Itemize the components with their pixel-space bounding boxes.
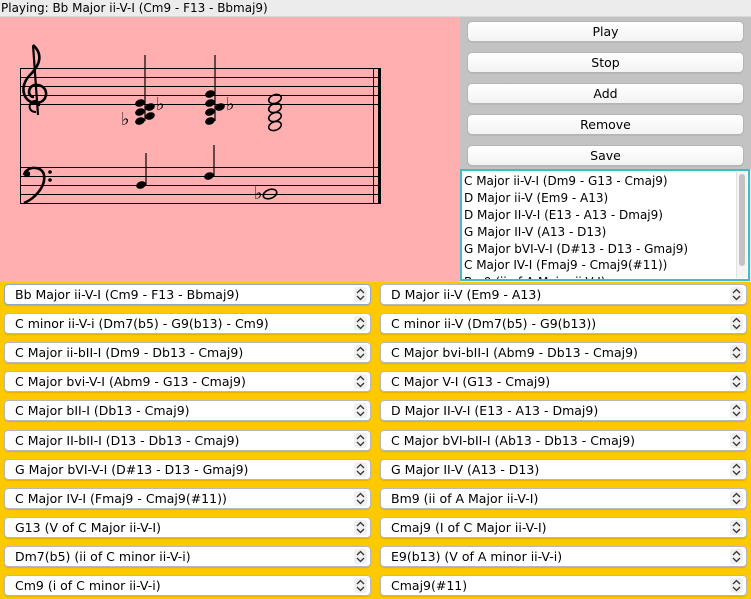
chord-select-label: C Major V-I (G13 - Cmaj9) [391,374,551,390]
updown-arrows-icon[interactable] [354,461,367,477]
chord-select[interactable]: D Major ii-V (Em9 - A13) [380,284,747,305]
chord-3-treble [267,93,283,132]
chord-select[interactable]: E9(b13) (V of A minor ii-V-i) [380,545,747,567]
dropdown-panel: Bb Major ii-V-I (Cm9 - F13 - Bbmaj9) D Ma… [0,282,751,599]
chord-select-label: C Major bII-I (Db13 - Cmaj9) [15,403,190,419]
chord-select[interactable]: Bm9 (ii of A Major ii-V-I) [380,487,747,509]
updown-arrows-icon[interactable] [354,287,367,302]
grand-staff: ♭ ♭ ♭ ♭ [20,44,381,205]
preset-list[interactable]: C Major ii-V-I (Dm9 - G13 - Cmaj9) D Majo… [460,169,750,281]
chord-select[interactable]: G13 (V of C Major ii-V-I) [4,516,371,538]
chord-select[interactable]: C Major V-I (G13 - Cmaj9) [380,371,747,393]
chord-select-label: C Major II-bII-I (D13 - Db13 - Cmaj9) [15,432,240,448]
list-item[interactable]: Bm9 (ii of A Major ii-V-I) [464,274,734,279]
chord-1-treble: ♭ ♭ [121,55,165,130]
flat-icon: ♭ [121,109,130,130]
chord-select[interactable]: D Major II-V-I (E13 - A13 - Dmaj9) [380,400,747,422]
updown-arrows-icon[interactable] [730,548,743,564]
window-title: Playing: Bb Major ii-V-I (Cm9 - F13 - Bb… [1,1,268,15]
list-item[interactable]: D Major II-V-I (E13 - A13 - Dmaj9) [464,207,734,224]
chord-select[interactable]: G Major bVI-V-I (D#13 - D13 - Gmaj9) [4,458,371,480]
chord-select-label: C minor ii-V-i (Dm7(b5) - G9(b13) - Cm9) [15,316,269,332]
chord-select[interactable]: Bb Major ii-V-I (Cm9 - F13 - Bbmaj9) [4,284,371,305]
chord-select-label: C Major bvi-V-I (Abm9 - G13 - Cmaj9) [15,374,246,390]
chord-select[interactable]: C Major ii-bII-I (Dm9 - Db13 - Cmaj9) [4,342,371,364]
chord-select-label: Bb Major ii-V-I (Cm9 - F13 - Bbmaj9) [15,287,240,302]
updown-arrows-icon[interactable] [354,490,367,506]
flat-icon: ♭ [254,183,263,204]
chord-select-label: C Major ii-bII-I (Dm9 - Db13 - Cmaj9) [15,345,244,361]
chord-select-label: E9(b13) (V of A minor ii-V-i) [391,548,563,564]
updown-arrows-icon[interactable] [354,548,367,564]
chord-select[interactable]: C minor ii-V-i (Dm7(b5) - G9(b13) - Cm9) [4,313,371,335]
control-button-panel: Play Stop Add Remove Save [460,17,751,169]
chord-select[interactable]: Cmaj9(#11) [380,575,747,596]
updown-arrows-icon[interactable] [730,461,743,477]
stop-button[interactable]: Stop [467,52,744,73]
staff-panel: ♭ ♭ ♭ ♭ [0,17,460,282]
flat-icon: ♭ [226,94,235,115]
list-item[interactable]: D Major ii-V (Em9 - A13) [464,190,734,207]
list-scrollbar[interactable] [736,172,747,278]
preset-list-items: C Major ii-V-I (Dm9 - G13 - Cmaj9) D Majo… [464,173,734,279]
updown-arrows-icon[interactable] [730,519,743,535]
updown-arrows-icon[interactable] [354,403,367,419]
chord-select-label: C Major bvi-bII-I (Abm9 - Db13 - Cmaj9) [391,345,638,361]
chord-select-label: Cmaj9 (I of C Major ii-V-I) [391,519,547,535]
chord-select-label: Cmaj9(#11) [391,578,468,593]
chord-select-label: C minor ii-V (Dm7(b5) - G9(b13)) [391,316,597,332]
chord-select-label: Cm9 (i of C minor ii-V-i) [15,578,161,593]
updown-arrows-icon[interactable] [354,432,367,448]
title-bar: Playing: Bb Major ii-V-I (Cm9 - F13 - Bb… [0,0,751,17]
list-item[interactable]: G Major II-V (A13 - D13) [464,224,734,241]
updown-arrows-icon[interactable] [730,287,743,302]
play-button[interactable]: Play [467,21,744,42]
chord-select[interactable]: Dm7(b5) (ii of C minor ii-V-i) [4,545,371,567]
chord-select[interactable]: G Major II-V (A13 - D13) [380,458,747,480]
chord-2-bass [204,145,215,180]
updown-arrows-icon[interactable] [730,345,743,361]
updown-arrows-icon[interactable] [730,316,743,332]
updown-arrows-icon[interactable] [354,519,367,535]
updown-arrows-icon[interactable] [354,345,367,361]
chord-select-label: C Major IV-I (Fmaj9 - Cmaj9(#11)) [15,490,227,506]
chord-3-bass: ♭ [254,183,278,204]
updown-arrows-icon[interactable] [730,490,743,506]
chord-select-label: D Major ii-V (Em9 - A13) [391,287,542,302]
list-scroll-thumb[interactable] [739,174,745,266]
save-button[interactable]: Save [467,145,744,166]
chord-select[interactable]: C minor ii-V (Dm7(b5) - G9(b13)) [380,313,747,335]
list-item[interactable]: C Major ii-V-I (Dm9 - G13 - Cmaj9) [464,173,734,190]
chord-select-label: G Major bVI-V-I (D#13 - D13 - Gmaj9) [15,461,249,477]
chord-select[interactable]: C Major II-bII-I (D13 - Db13 - Cmaj9) [4,429,371,451]
updown-arrows-icon[interactable] [354,316,367,332]
updown-arrows-icon[interactable] [730,578,743,593]
updown-arrows-icon[interactable] [354,578,367,593]
chord-select[interactable]: C Major bVI-bII-I (Ab13 - Db13 - Cmaj9) [380,429,747,451]
chord-select-label: D Major II-V-I (E13 - A13 - Dmaj9) [391,403,599,419]
chord-select-label: G Major II-V (A13 - D13) [391,461,540,477]
chord-select[interactable]: C Major bvi-bII-I (Abm9 - Db13 - Cmaj9) [380,342,747,364]
updown-arrows-icon[interactable] [354,374,367,390]
chord-select[interactable]: C Major bII-I (Db13 - Cmaj9) [4,400,371,422]
updown-arrows-icon[interactable] [730,432,743,448]
chord-select[interactable]: Cm9 (i of C minor ii-V-i) [4,575,371,596]
list-item[interactable]: C Major IV-I (Fmaj9 - Cmaj9(#11)) [464,257,734,274]
chord-select[interactable]: C Major bvi-V-I (Abm9 - G13 - Cmaj9) [4,371,371,393]
chord-select-label: Bm9 (ii of A Major ii-V-I) [391,490,539,506]
list-item[interactable]: G Major bVI-V-I (D#13 - D13 - Gmaj9) [464,241,734,258]
flat-icon: ♭ [156,94,165,115]
chord-1-bass [136,153,147,189]
chord-2-treble: ♭ [205,55,235,125]
updown-arrows-icon[interactable] [730,374,743,390]
remove-button[interactable]: Remove [467,114,744,135]
chord-select[interactable]: Cmaj9 (I of C Major ii-V-I) [380,516,747,538]
add-button[interactable]: Add [467,83,744,104]
chord-select-label: G13 (V of C Major ii-V-I) [15,519,161,535]
updown-arrows-icon[interactable] [730,403,743,419]
chord-select-label: C Major bVI-bII-I (Ab13 - Db13 - Cmaj9) [391,432,636,448]
chord-select-label: Dm7(b5) (ii of C minor ii-V-i) [15,548,191,564]
chord-select[interactable]: C Major IV-I (Fmaj9 - Cmaj9(#11)) [4,487,371,509]
